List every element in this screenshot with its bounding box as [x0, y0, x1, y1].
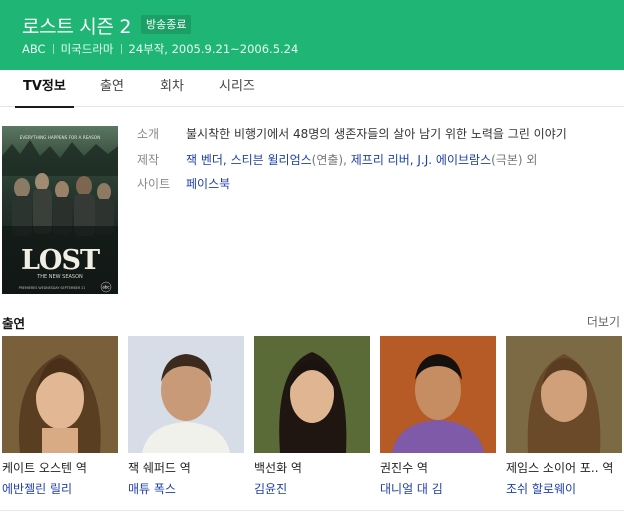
status-badge: 방송종료: [141, 15, 192, 34]
info-intro-label: 소개: [137, 127, 160, 141]
cast-card[interactable]: 제임스 소이어 포.. 역 조쉬 할로웨이: [506, 336, 622, 497]
poster-premiere: PREMIERES WEDNESDAY SEPTEMBER 21: [19, 286, 86, 290]
cast-photo[interactable]: [254, 336, 370, 453]
cast-section-title: 출연: [2, 316, 26, 331]
cast-role: 제임스 소이어 포.. 역: [506, 461, 614, 475]
cast-card[interactable]: 권진수 역 대니얼 대 김: [380, 336, 496, 497]
cast-card[interactable]: 잭 쉐퍼드 역 매튜 폭스: [128, 336, 244, 497]
tab-cast[interactable]: 출연: [100, 70, 124, 107]
facebook-link[interactable]: 페이스북: [186, 177, 230, 191]
program-title[interactable]: 로스트 시즌 2: [22, 12, 131, 39]
cast-actor-name[interactable]: 조쉬 할로웨이: [506, 480, 622, 497]
info-site-row: 사이트 페이스북: [137, 175, 230, 193]
info-production-row: 제작 잭 벤더, 스티븐 윌리엄스(연출), 제프리 리버, J.J. 에이브람…: [137, 151, 537, 169]
info-production-label: 제작: [137, 153, 160, 167]
cast-more-link[interactable]: 더보기: [587, 313, 620, 330]
cast-role: 케이트 오스텐 역: [2, 461, 87, 475]
cast-actor-name[interactable]: 김윤진: [254, 480, 370, 497]
tab-episodes[interactable]: 회차: [160, 70, 184, 107]
poster-logo: LOST: [21, 245, 100, 276]
writer-links[interactable]: 제프리 리버, J.J. 에이브람스: [351, 153, 491, 167]
tab-tv-info[interactable]: TV정보: [15, 70, 74, 108]
poster-artwork: EVERYTHING HAPPENS FOR A REASON LOST THE…: [2, 126, 118, 294]
cast-photo[interactable]: [128, 336, 244, 453]
cast-photo[interactable]: [2, 336, 118, 453]
meta-divider: [120, 44, 122, 54]
poster-image[interactable]: EVERYTHING HAPPENS FOR A REASON LOST THE…: [2, 126, 118, 294]
cast-role: 잭 쉐퍼드 역: [128, 461, 191, 475]
writer-role: (극본) 외: [491, 153, 538, 167]
cast-role: 권진수 역: [380, 461, 428, 475]
info-intro-value: 불시착한 비행기에서 48명의 생존자들의 살아 남기 위한 노력을 그린 이야…: [186, 127, 567, 141]
info-production-value: 잭 벤더, 스티븐 윌리엄스(연출), 제프리 리버, J.J. 에이브람스(극…: [186, 151, 537, 169]
info-site-label: 사이트: [137, 177, 171, 191]
cast-role: 백선화 역: [254, 461, 302, 475]
poster-subtitle: THE NEW SEASON: [36, 274, 83, 280]
meta-network[interactable]: ABC: [22, 42, 46, 56]
cast-actor-name[interactable]: 에반젤린 릴리: [2, 480, 118, 497]
cast-photo[interactable]: [506, 336, 622, 453]
title-header: 로스트 시즌 2 방송종료 ABC 미국드라마 24부작, 2005.9.21~…: [0, 0, 624, 70]
director-role: (연출),: [311, 153, 351, 167]
info-intro-row: 소개 불시착한 비행기에서 48명의 생존자들의 살아 남기 위한 노력을 그린…: [137, 125, 567, 143]
meta-divider: [52, 44, 54, 54]
cast-card[interactable]: 백선화 역 김윤진: [254, 336, 370, 497]
poster-tagline: EVERYTHING HAPPENS FOR A REASON: [20, 135, 101, 140]
cast-photo[interactable]: [380, 336, 496, 453]
bottom-divider: [0, 510, 624, 511]
poster-network-logo: abc: [102, 285, 109, 290]
meta-genre: 미국드라마: [60, 42, 114, 56]
tab-bar: TV정보 출연 회차 시리즈: [0, 70, 624, 108]
cast-actor-name[interactable]: 대니얼 대 김: [380, 480, 496, 497]
cast-actor-name[interactable]: 매튜 폭스: [128, 480, 244, 497]
cast-card[interactable]: 케이트 오스텐 역 에반젤린 릴리: [2, 336, 118, 497]
tab-series[interactable]: 시리즈: [219, 70, 255, 107]
meta-episodes-dates: 24부작, 2005.9.21~2006.5.24: [128, 42, 299, 56]
program-meta: ABC 미국드라마 24부작, 2005.9.21~2006.5.24: [22, 41, 298, 57]
director-links[interactable]: 잭 벤더, 스티븐 윌리엄스: [186, 153, 312, 167]
